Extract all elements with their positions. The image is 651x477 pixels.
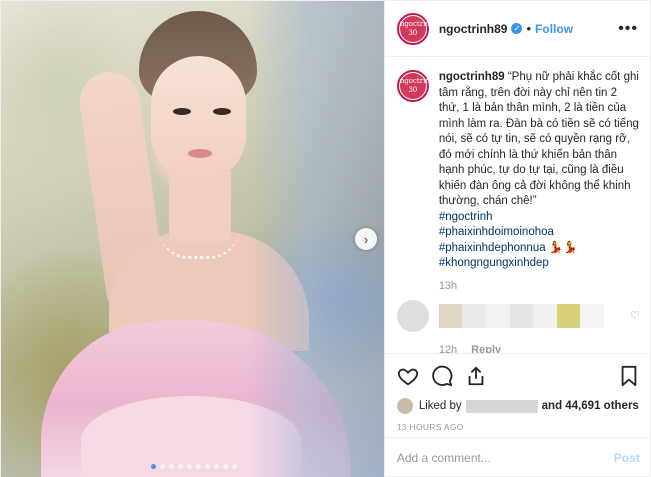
carousel-dot [196,464,201,469]
hashtag-link[interactable]: #phaixinhdoimoinohoa [439,225,640,241]
comment-meta: 12h Reply [439,344,640,354]
chevron-right-icon: › [363,231,369,247]
carousel-dot [178,464,183,469]
comment-text-blurred [438,303,604,328]
author-username[interactable]: ngoctrinh89 [439,22,508,36]
separator-dot: • [526,21,532,36]
follow-button[interactable]: Follow [535,22,573,36]
comment-time[interactable]: 12h [439,344,457,354]
caption-comment: ngoctrinh 30 ngoctrinh89 “Phụ nữ phải kh… [396,70,640,272]
like-comment-heart-icon[interactable]: ♡ [630,309,640,322]
post-actions: Liked by and 44,691 others 13 HOURS AGO [384,353,651,437]
heart-icon[interactable] [397,365,419,387]
likes-prefix: Liked by [418,400,462,412]
action-icons [397,364,640,388]
avatar-logo: ngoctrinh 30 [399,15,434,42]
likes-summary: Liked by and 44,691 others [396,398,640,414]
carousel-dot [232,464,237,469]
avatar-logo: ngoctrinh 30 [399,73,434,99]
carousel-dot [169,464,174,469]
more-options-icon[interactable]: ••• [618,20,638,38]
post-timestamp[interactable]: 13 HOURS AGO [397,422,640,432]
caption-time[interactable]: 13h [439,280,640,292]
photo-lips [188,149,212,158]
reply-button[interactable]: Reply [471,344,501,354]
hashtag-link[interactable]: #ngoctrinh [439,210,640,226]
post-photo[interactable]: › [1,1,384,477]
next-slide-button[interactable]: › [355,228,377,250]
instagram-post: › ngoctrinh 30 ngoctrinh89 ✓ • Follow ••… [0,0,651,477]
photo-eye-right [213,108,231,115]
likes-count[interactable]: and 44,691 others [542,400,639,412]
caption-username[interactable]: ngoctrinh89 [439,71,505,83]
carousel-dot [214,464,219,469]
verified-badge-icon: ✓ [511,23,523,34]
post-comment-button[interactable]: Post [614,451,640,465]
caption-body: “Phụ nữ phải khắc cốt ghi tâm rằng, trên… [438,71,639,207]
carousel-dot [151,464,156,469]
caption-avatar[interactable]: ngoctrinh 30 [396,70,434,102]
photo-eye-left [173,108,191,115]
liker-name-blurred[interactable] [465,399,538,413]
commenter-avatar-blurred[interactable] [396,299,429,332]
post-header: ngoctrinh 30 ngoctrinh89 ✓ • Follow ••• [384,1,650,57]
hashtag-link[interactable]: #khongngungxinhdep [439,256,640,272]
carousel-dot [205,464,210,469]
comment-icon[interactable] [431,365,453,387]
post-side-panel: ngoctrinh 30 ngoctrinh89 ✓ • Follow ••• … [383,1,651,477]
carousel-dot [187,464,192,469]
blurred-comment: ♡ [396,299,640,332]
liker-avatar[interactable] [396,398,413,414]
carousel-indicators [151,464,237,469]
bookmark-icon[interactable] [618,365,640,387]
caption-text: ngoctrinh89 “Phụ nữ phải khắc cốt ghi tâ… [439,70,640,272]
share-icon[interactable] [465,365,487,387]
author-avatar[interactable]: ngoctrinh 30 [396,12,434,45]
carousel-dot [160,464,165,469]
hashtag-link[interactable]: #phaixinhdephonnua 💃💃 [439,241,640,257]
comment-input[interactable] [396,451,614,465]
carousel-dot [223,464,228,469]
comments-area[interactable]: ngoctrinh 30 ngoctrinh89 “Phụ nữ phải kh… [385,58,651,353]
add-comment-bar: Post [384,437,651,477]
photo-face [151,56,246,181]
